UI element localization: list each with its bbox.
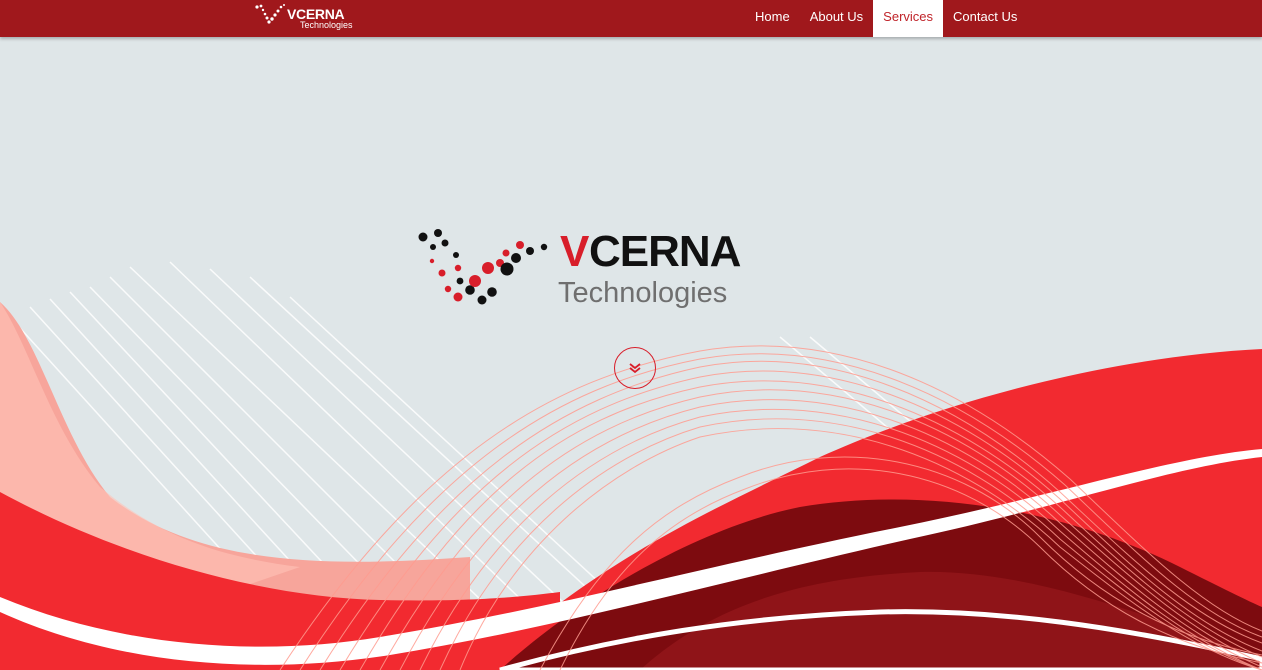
nav-item-contact-us[interactable]: Contact Us: [943, 0, 1027, 37]
nav-menu: Home About Us Services Contact Us: [745, 0, 1027, 37]
hero-logo-dots-icon: [418, 229, 548, 305]
nav-logo[interactable]: VCERNA Technologies: [255, 3, 375, 33]
nav-logo-sub: Technologies: [300, 20, 353, 30]
hero-logo-tagline: Technologies: [558, 277, 728, 309]
double-chevron-down-icon: [629, 363, 641, 374]
hero-logo-cerna: CERNA: [589, 227, 741, 276]
hero-logo-v: V: [560, 227, 589, 276]
nav-item-home[interactable]: Home: [745, 0, 800, 37]
nav-item-about-us[interactable]: About Us: [800, 0, 873, 37]
nav-item-services[interactable]: Services: [873, 0, 944, 37]
scroll-down-button[interactable]: [614, 347, 656, 389]
hero-section: V CERNA Technologies: [0, 37, 1262, 670]
top-navbar: VCERNA Technologies Home About Us Servic…: [0, 0, 1262, 37]
hero-logo: V CERNA Technologies: [418, 223, 758, 323]
logo-dots-icon: [255, 4, 285, 24]
